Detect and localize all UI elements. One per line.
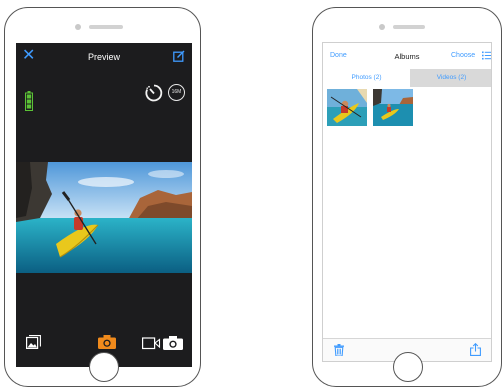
left-phone-frame: ✕ Preview 16M: [4, 7, 201, 387]
resolution-badge[interactable]: 16M: [168, 84, 185, 101]
speaker-grill: [393, 25, 425, 29]
camera-dot: [379, 24, 385, 30]
albums-screen: Done Albums Choose Photos (2) Videos (2): [322, 42, 492, 362]
trash-icon[interactable]: [334, 344, 344, 356]
camera-preview-screen: ✕ Preview 16M: [16, 43, 192, 367]
camera-icon[interactable]: [98, 335, 116, 349]
home-button[interactable]: [89, 352, 119, 382]
tab-videos[interactable]: Videos (2): [410, 69, 491, 87]
edit-icon[interactable]: [173, 50, 185, 62]
albums-header: Done Albums Choose: [323, 43, 491, 70]
video-photo-switch-icon[interactable]: [142, 335, 184, 350]
kayak-on-sea-photo: [16, 162, 192, 273]
home-button[interactable]: [393, 352, 423, 382]
camera-dot: [75, 24, 81, 30]
speaker-grill: [89, 25, 123, 29]
photo-thumbnail[interactable]: [327, 89, 367, 126]
photo-thumbnail[interactable]: [373, 89, 413, 126]
battery-icon: [25, 91, 33, 111]
page-title: Preview: [87, 52, 120, 62]
list-icon[interactable]: [482, 51, 491, 60]
preview-header: ✕ Preview: [16, 43, 192, 71]
share-icon[interactable]: [470, 343, 481, 356]
self-timer-icon[interactable]: [144, 83, 164, 103]
choose-button[interactable]: Choose: [451, 52, 475, 59]
tab-photos[interactable]: Photos (2): [323, 69, 410, 87]
gallery-icon[interactable]: [26, 335, 41, 349]
right-phone-frame: Done Albums Choose Photos (2) Videos (2): [312, 7, 502, 387]
